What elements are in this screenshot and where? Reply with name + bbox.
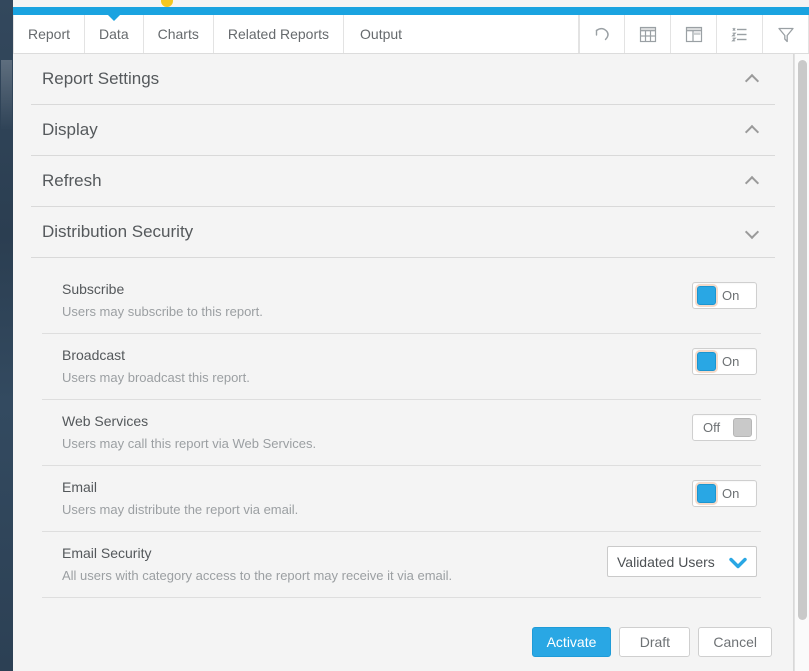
cancel-button[interactable]: Cancel (698, 627, 772, 657)
setting-text: Web Services Users may call this report … (42, 412, 316, 451)
tab-label: Report (28, 26, 71, 42)
settings-accordion: Report Settings Display Refresh Distribu… (13, 54, 793, 598)
toggle-state-label: On (722, 354, 740, 369)
tab-label: Output (360, 26, 403, 42)
toggle-knob (697, 286, 716, 305)
setting-text: Broadcast Users may broadcast this repor… (42, 346, 250, 385)
setting-row-email-security: Email Security All users with category a… (42, 532, 761, 598)
setting-control: On (692, 346, 761, 375)
broadcast-toggle[interactable]: On (692, 348, 757, 375)
email-security-select[interactable]: Validated Users (607, 546, 757, 577)
section-report-settings[interactable]: Report Settings (31, 54, 775, 105)
top-accent-bar (13, 7, 809, 15)
report-settings-window: Report Data Charts Related Reports Outpu… (0, 0, 809, 671)
toggle-knob (733, 418, 752, 437)
toggle-state-label: On (722, 486, 740, 501)
setting-label: Email Security (62, 545, 152, 561)
chevron-down-icon[interactable] (745, 227, 761, 237)
setting-description: Users may call this report via Web Servi… (62, 436, 317, 451)
setting-description: Users may broadcast this report. (62, 370, 250, 385)
web-services-toggle[interactable]: Off (692, 414, 757, 441)
toggle-state-label: On (722, 288, 740, 303)
setting-control: Validated Users (607, 544, 761, 577)
tab-related-reports[interactable]: Related Reports (214, 15, 345, 53)
toggle-state-label: Off (703, 420, 721, 435)
setting-text: Email Security All users with category a… (42, 544, 452, 583)
setting-description: Users may subscribe to this report. (62, 304, 263, 319)
undo-button[interactable] (579, 15, 625, 53)
draft-button[interactable]: Draft (619, 627, 691, 657)
setting-label: Subscribe (62, 281, 125, 297)
setting-row-email: Email Users may distribute the report vi… (42, 466, 761, 532)
setting-row-broadcast: Broadcast Users may broadcast this repor… (42, 334, 761, 400)
column-chart-button[interactable] (671, 15, 717, 53)
distribution-security-body: Subscribe Users may subscribe to this re… (31, 258, 775, 598)
setting-control: On (692, 280, 761, 309)
undo-icon (592, 24, 613, 45)
tab-label: Related Reports (227, 26, 330, 42)
filter-funnel-icon (775, 24, 797, 45)
vertical-scrollbar[interactable] (794, 54, 809, 671)
tab-label: Data (99, 26, 129, 42)
chevron-up-icon[interactable] (745, 176, 761, 186)
toggle-knob (697, 352, 716, 371)
section-title: Refresh (42, 171, 102, 190)
setting-control: Off (692, 412, 761, 441)
toolbar-actions (579, 15, 809, 53)
setting-control: On (692, 478, 761, 507)
left-app-rail (0, 0, 13, 671)
setting-text: Email Users may distribute the report vi… (42, 478, 298, 517)
chevron-up-icon[interactable] (745, 74, 761, 84)
tab-data[interactable]: Data (85, 14, 144, 53)
chevron-up-icon[interactable] (745, 125, 761, 135)
tab-label: Charts (157, 26, 199, 42)
setting-label: Email (62, 479, 98, 495)
yellow-marker-icon (161, 0, 173, 7)
settings-panel: Report Settings Display Refresh Distribu… (13, 54, 794, 671)
section-title: Distribution Security (42, 222, 194, 241)
table-icon (638, 24, 658, 45)
list-icon (730, 24, 750, 45)
section-title: Display (42, 120, 98, 139)
section-display[interactable]: Display (31, 105, 775, 156)
setting-text: Subscribe Users may subscribe to this re… (42, 280, 263, 319)
active-tab-caret-icon (106, 14, 121, 21)
setting-description: Users may distribute the report via emai… (62, 502, 299, 517)
tab-report[interactable]: Report (13, 15, 86, 53)
activate-button[interactable]: Activate (531, 627, 612, 657)
toggle-knob (697, 484, 716, 503)
section-distribution-security[interactable]: Distribution Security (31, 207, 775, 258)
setting-description: All users with category access to the re… (62, 568, 453, 583)
email-toggle[interactable]: On (692, 480, 757, 507)
table-view-button[interactable] (625, 15, 671, 53)
section-title: Report Settings (42, 69, 160, 88)
footer-actions: Activate Draft Cancel (13, 627, 793, 671)
tab-charts[interactable]: Charts (144, 15, 214, 53)
tab-strip: Report Data Charts Related Reports Outpu… (13, 14, 809, 54)
column-chart-icon (684, 24, 704, 45)
setting-row-subscribe: Subscribe Users may subscribe to this re… (42, 268, 761, 334)
tab-output[interactable]: Output (344, 15, 579, 53)
rail-highlight (1, 60, 12, 130)
chevron-down-icon (729, 556, 747, 568)
section-refresh[interactable]: Refresh (31, 156, 775, 207)
scrollbar-thumb[interactable] (798, 60, 807, 620)
setting-row-web-services: Web Services Users may call this report … (42, 400, 761, 466)
select-value: Validated Users (617, 553, 715, 570)
list-view-button[interactable] (717, 15, 763, 53)
filter-button[interactable] (763, 15, 809, 53)
subscribe-toggle[interactable]: On (692, 282, 757, 309)
setting-label: Web Services (62, 413, 149, 429)
setting-label: Broadcast (62, 347, 126, 363)
